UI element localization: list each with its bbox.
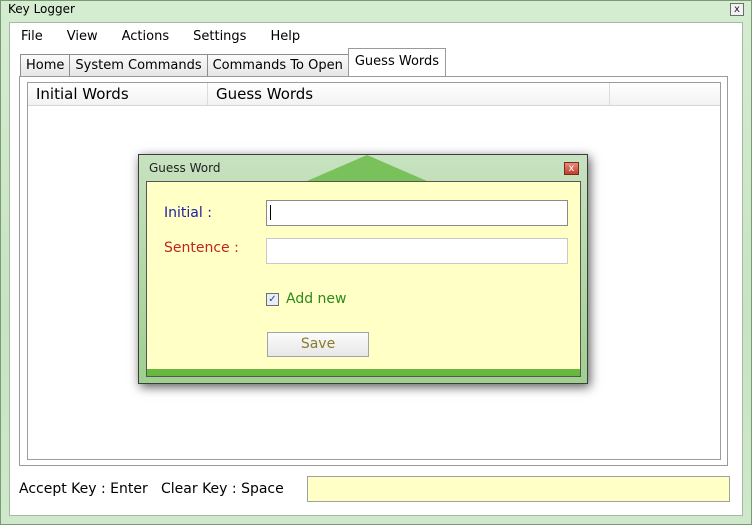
dialog-close-button[interactable]: x <box>564 162 579 175</box>
clear-key-label: Clear Key : Space <box>161 481 284 497</box>
sentence-label: Sentence : <box>164 240 239 256</box>
add-new-checkbox[interactable]: ✓ <box>266 293 279 306</box>
dialog-title-decoration <box>307 155 427 181</box>
menu-help[interactable]: Help <box>270 28 300 46</box>
status-text-box[interactable] <box>307 476 730 502</box>
tab-system-commands[interactable]: System Commands <box>69 54 208 76</box>
initial-input[interactable] <box>266 200 568 226</box>
text-caret <box>270 205 271 220</box>
accept-key-label: Accept Key : Enter <box>19 481 148 497</box>
column-header-guess-words[interactable]: Guess Words <box>208 83 610 105</box>
window-close-button[interactable]: x <box>730 3 744 16</box>
column-header-initial-words[interactable]: Initial Words <box>28 83 208 105</box>
dialog-title: Guess Word <box>149 161 221 175</box>
column-header-empty[interactable] <box>610 83 720 105</box>
tab-guess-words[interactable]: Guess Words <box>347 48 447 76</box>
sentence-input[interactable] <box>266 238 568 264</box>
initial-label: Initial : <box>164 205 212 221</box>
menu-settings[interactable]: Settings <box>193 28 246 46</box>
list-header: Initial Words Guess Words <box>28 83 720 106</box>
tab-commands-to-open[interactable]: Commands To Open <box>206 54 349 76</box>
save-button[interactable]: Save <box>267 332 369 357</box>
menu-actions[interactable]: Actions <box>122 28 170 46</box>
add-new-label[interactable]: Add new <box>286 291 347 307</box>
menu-file[interactable]: File <box>21 28 43 46</box>
window-title: Key Logger <box>8 2 75 16</box>
tab-strip: Home System Commands Commands To Open Gu… <box>20 48 447 76</box>
menu-bar: File View Actions Settings Help <box>21 28 324 46</box>
tab-home[interactable]: Home <box>20 54 71 76</box>
menu-view[interactable]: View <box>67 28 98 46</box>
